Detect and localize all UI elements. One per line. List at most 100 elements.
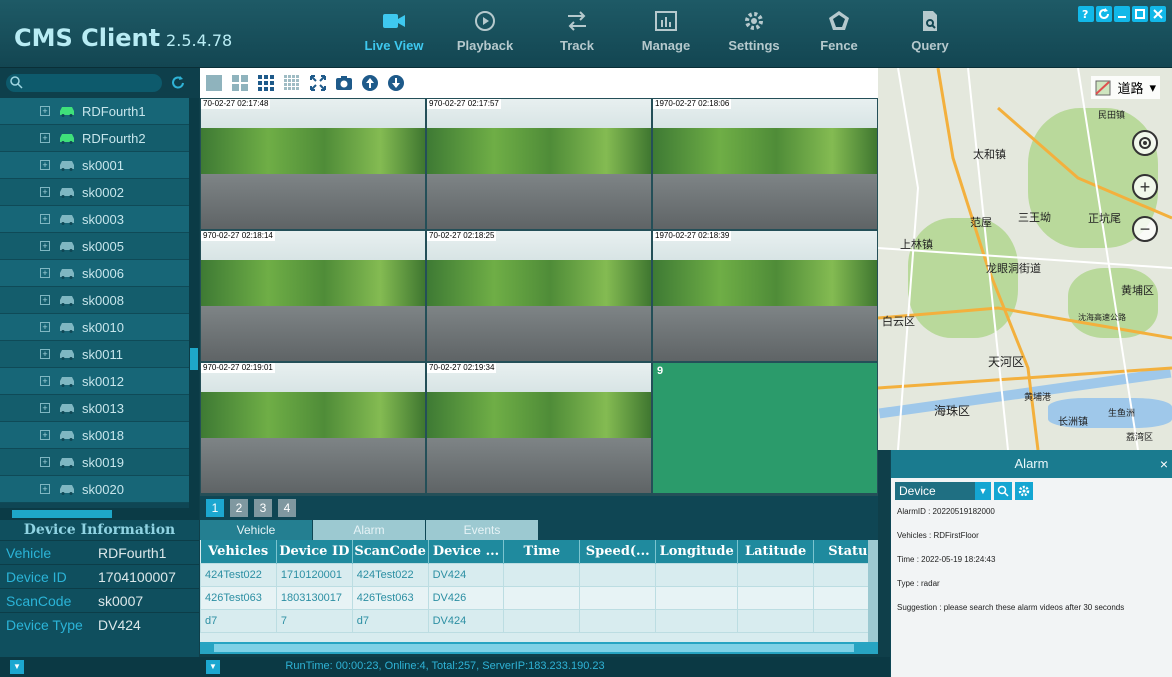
device-tree-item[interactable]: + sk0012	[0, 368, 189, 395]
video-tile[interactable]: 970-02-27 02:19:01	[201, 363, 425, 493]
device-tree-item[interactable]: + sk0008	[0, 287, 189, 314]
device-tree-hscrollbar[interactable]	[0, 508, 199, 520]
nav-manage[interactable]: Manage	[629, 8, 703, 62]
empty-video-tile[interactable]: 9	[653, 363, 877, 493]
expand-icon[interactable]: +	[40, 295, 50, 305]
page-button[interactable]: 1	[206, 499, 224, 517]
expand-icon[interactable]: +	[40, 106, 50, 116]
device-name: sk0003	[82, 211, 124, 227]
refresh-tree-icon[interactable]	[170, 75, 186, 91]
table-cell: 7	[275, 608, 353, 633]
zoom-in-icon[interactable]: +	[1132, 174, 1158, 200]
device-tree-item[interactable]: + sk0011	[0, 341, 189, 368]
snapshot-icon[interactable]	[334, 73, 354, 93]
map-view[interactable]: 民田镇 太和镇 三王坳 范屋 正坑尾 上林镇 龙眼洞街道 黄埔区 白云区 沈海高…	[878, 68, 1172, 450]
maximize-icon[interactable]	[1132, 6, 1148, 22]
refresh-icon[interactable]	[1096, 6, 1112, 22]
expand-icon[interactable]: +	[40, 322, 50, 332]
video-tile[interactable]: 970-02-27 02:17:57	[427, 99, 651, 229]
device-tree-item[interactable]: + sk0001	[0, 152, 189, 179]
column-header[interactable]: Vehicles	[200, 540, 277, 563]
table-header: Vehicles Device ID ScanCode Device ... Time S…	[200, 540, 868, 563]
zoom-out-icon[interactable]: −	[1132, 216, 1158, 242]
close-icon[interactable]	[1150, 6, 1166, 22]
expand-icon[interactable]: +	[40, 160, 50, 170]
column-header[interactable]: Latitude	[737, 540, 815, 563]
table-hscroll-thumb[interactable]	[214, 644, 854, 652]
page-button[interactable]: 2	[230, 499, 248, 517]
device-tree-item[interactable]: + sk0005	[0, 233, 189, 260]
minimize-icon[interactable]	[1114, 6, 1130, 22]
device-tree-item[interactable]: + sk0003	[0, 206, 189, 233]
alarm-filter-select[interactable]: Device ▼	[895, 482, 991, 500]
expand-icon[interactable]: +	[40, 133, 50, 143]
device-tree-item[interactable]: + sk0020	[0, 476, 189, 503]
help-icon[interactable]: ?	[1078, 6, 1094, 22]
download-icon[interactable]	[386, 73, 406, 93]
expand-icon[interactable]: +	[40, 457, 50, 467]
column-header[interactable]: ScanCode	[352, 540, 429, 563]
tab-alarm[interactable]: Alarm	[313, 520, 425, 540]
video-tile[interactable]: 1970-02-27 02:18:06	[653, 99, 877, 229]
layout-9-icon[interactable]	[256, 73, 276, 93]
page-button[interactable]: 4	[278, 499, 296, 517]
locate-icon[interactable]	[1132, 130, 1158, 156]
layout-16-icon[interactable]	[282, 73, 302, 93]
device-tree-item[interactable]: + sk0013	[0, 395, 189, 422]
column-header[interactable]: Device ID	[276, 540, 353, 563]
tab-vehicle[interactable]: Vehicle	[200, 520, 312, 540]
layout-4-icon[interactable]	[230, 73, 250, 93]
upload-icon[interactable]	[360, 73, 380, 93]
column-header[interactable]: Longitude	[655, 540, 739, 563]
close-icon[interactable]: ×	[1160, 450, 1168, 478]
table-vscrollbar[interactable]	[868, 540, 878, 642]
expand-icon[interactable]: +	[40, 241, 50, 251]
layout-1-icon[interactable]	[204, 73, 224, 93]
video-tile[interactable]: 1970-02-27 02:18:39	[653, 231, 877, 361]
scrollbar-thumb[interactable]	[190, 348, 198, 370]
video-tile[interactable]: 70-02-27 02:17:48	[201, 99, 425, 229]
column-header[interactable]: Speed(...	[579, 540, 657, 563]
expand-icon[interactable]: +	[40, 430, 50, 440]
device-tree-item[interactable]: + RDFourth1	[0, 98, 189, 125]
table-row[interactable]: 424Test022 1710120001 424Test022 DV424	[200, 562, 868, 587]
device-search-input[interactable]	[6, 74, 162, 92]
device-tree-item[interactable]: + sk0006	[0, 260, 189, 287]
hscroll-thumb[interactable]	[12, 510, 112, 518]
column-header[interactable]: Time	[503, 540, 581, 563]
table-row[interactable]: 426Test063 1803130017 426Test063 DV426	[200, 585, 868, 610]
page-button[interactable]: 3	[254, 499, 272, 517]
expand-icon[interactable]: +	[40, 268, 50, 278]
table-row[interactable]: d7 7 d7 DV424	[200, 608, 868, 633]
device-tree-item[interactable]: + sk0010	[0, 314, 189, 341]
video-tile[interactable]: 70-02-27 02:18:25	[427, 231, 651, 361]
tab-events[interactable]: Events	[426, 520, 538, 540]
expand-icon[interactable]: +	[40, 403, 50, 413]
nav-playback[interactable]: Playback	[448, 8, 522, 62]
gear-icon[interactable]	[1015, 482, 1033, 500]
device-tree-scrollbar[interactable]	[189, 98, 199, 508]
device-tree-item[interactable]: + sk0019	[0, 449, 189, 476]
device-tree-item[interactable]: + sk0002	[0, 179, 189, 206]
column-header[interactable]: Status	[813, 540, 868, 563]
table-cell	[579, 562, 657, 587]
nav-settings[interactable]: Settings	[717, 8, 791, 62]
device-tree-item[interactable]: + RDFourth2	[0, 125, 189, 152]
search-icon[interactable]	[994, 482, 1012, 500]
column-header[interactable]: Device ...	[428, 540, 505, 563]
nav-fence[interactable]: Fence	[802, 8, 876, 62]
nav-track[interactable]: Track	[540, 8, 614, 62]
device-tree-item[interactable]: + sk0018	[0, 422, 189, 449]
expand-icon[interactable]: +	[40, 349, 50, 359]
expand-icon[interactable]: +	[40, 187, 50, 197]
expand-icon[interactable]: +	[40, 214, 50, 224]
video-tile[interactable]: 70-02-27 02:19:34	[427, 363, 651, 493]
fullscreen-icon[interactable]	[308, 73, 328, 93]
nav-query[interactable]: Query	[893, 8, 967, 62]
expand-icon[interactable]: +	[40, 484, 50, 494]
video-tile[interactable]: 970-02-27 02:18:14	[201, 231, 425, 361]
map-type-select[interactable]: 道路 ▾	[1091, 76, 1160, 99]
nav-live-view[interactable]: Live View	[357, 8, 431, 62]
table-hscrollbar[interactable]	[200, 642, 878, 654]
expand-icon[interactable]: +	[40, 376, 50, 386]
